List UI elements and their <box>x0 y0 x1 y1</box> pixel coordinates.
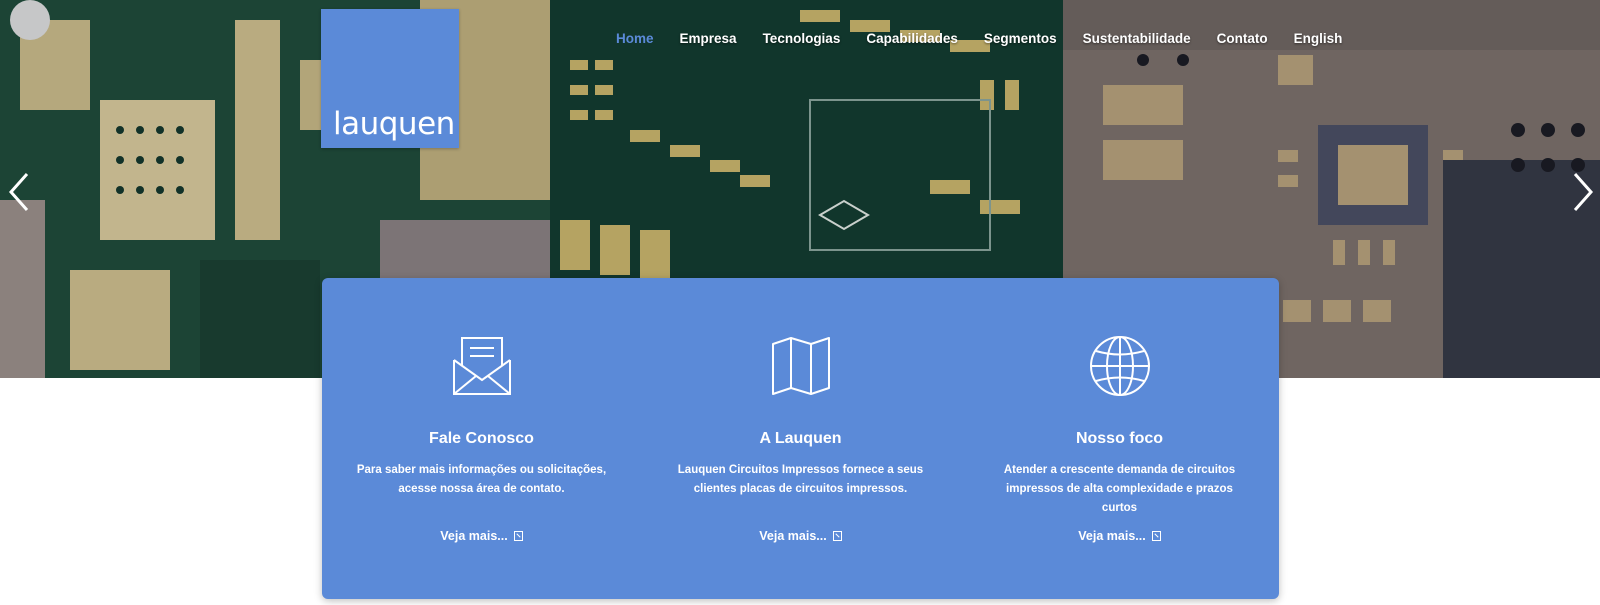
nav-item-tecnologias[interactable]: Tecnologias <box>750 30 854 48</box>
nav-item-empresa[interactable]: Empresa <box>667 30 750 48</box>
logo[interactable]: lauquen <box>321 9 459 148</box>
feature-text: Lauquen Circuitos Impressos fornece a se… <box>677 464 924 495</box>
feature-link-fale-conosco[interactable]: Veja mais... <box>322 529 641 543</box>
external-link-icon <box>1151 531 1161 541</box>
external-link-icon <box>832 531 842 541</box>
feature-link-label: Veja mais... <box>759 529 827 543</box>
feature-nosso-foco: Nosso foco Atender a crescente demanda d… <box>960 278 1279 599</box>
nav-item-home[interactable]: Home <box>603 30 667 48</box>
feature-title: Nosso foco <box>1075 430 1164 447</box>
map-icon <box>771 337 830 395</box>
feature-fale-conosco: Fale Conosco Para saber mais informações… <box>322 278 641 599</box>
feature-title: A Lauquen <box>759 430 842 447</box>
nav-item-capabilidades[interactable]: Capabilidades <box>853 30 971 48</box>
main-nav: Home Empresa Tecnologias Capabilidades S… <box>603 30 1355 48</box>
slider-next-button[interactable] <box>1567 170 1597 214</box>
features-card: Fale Conosco Para saber mais informações… <box>322 278 1279 599</box>
nav-item-segmentos[interactable]: Segmentos <box>971 30 1070 48</box>
nav-item-english[interactable]: English <box>1281 30 1356 48</box>
globe-icon <box>1089 336 1150 396</box>
chevron-right-icon <box>1573 173 1594 211</box>
feature-title: Fale Conosco <box>429 430 534 447</box>
feature-link-a-lauquen[interactable]: Veja mais... <box>641 529 960 543</box>
feature-text: Atender a crescente demanda de circuitos… <box>1003 464 1236 514</box>
chevron-left-icon <box>8 173 29 211</box>
nav-item-sustentabilidade[interactable]: Sustentabilidade <box>1070 30 1204 48</box>
feature-link-nosso-foco[interactable]: Veja mais... <box>960 529 1279 543</box>
feature-a-lauquen: A Lauquen Lauquen Circuitos Impressos fo… <box>641 278 960 599</box>
envelope-icon <box>452 337 511 395</box>
slider-prev-button[interactable] <box>5 170 35 214</box>
external-link-icon <box>513 531 523 541</box>
feature-text: Para saber mais informações ou solicitaç… <box>356 464 607 495</box>
feature-link-label: Veja mais... <box>1078 529 1146 543</box>
feature-link-label: Veja mais... <box>440 529 508 543</box>
logo-text: lauquen <box>333 106 455 142</box>
nav-item-contato[interactable]: Contato <box>1204 30 1281 48</box>
